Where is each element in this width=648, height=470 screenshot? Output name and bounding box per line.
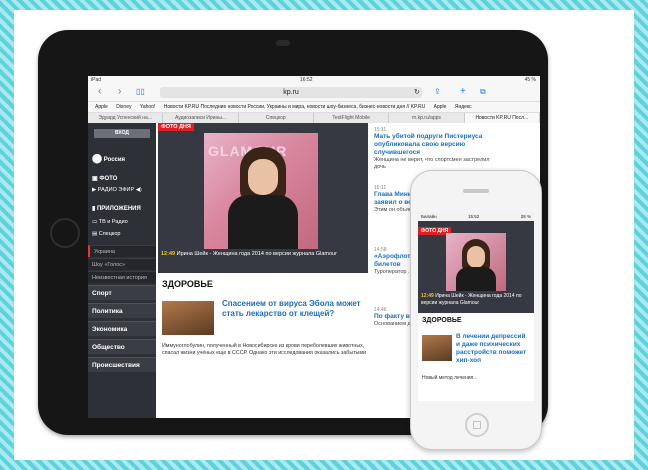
reload-icon[interactable]: ↻	[414, 87, 420, 99]
sidebar-sub-ukraine[interactable]: Украина	[88, 245, 156, 257]
article-summary: Новый метод лечения...	[422, 375, 478, 381]
photo-of-day-badge: ФОТО ДНЯ	[158, 123, 194, 131]
login-button[interactable]: ВХОД	[94, 129, 150, 138]
sidebar-cat-sport[interactable]: Спорт	[88, 285, 156, 300]
bookmarks-bar: Apple Disney Yahoo! Новости KP.RU Послед…	[88, 102, 540, 113]
bookmarks-book-icon[interactable]: ▯▯	[136, 86, 145, 98]
article-thumbnail[interactable]	[422, 335, 452, 361]
camera-icon: ▣	[92, 176, 98, 182]
new-tab-icon[interactable]: +	[460, 86, 466, 98]
sidebar-cat-politics[interactable]: Политика	[88, 303, 156, 318]
device-label: iPad	[91, 77, 102, 83]
main-column: ФОТО ДНЯ GLAMOUR 12:49 Ирина Шейк - Женщ…	[156, 123, 370, 418]
sidebar-cat-society[interactable]: Общество	[88, 339, 156, 354]
bookmark-item[interactable]: Яндекс	[455, 104, 472, 110]
sidebar-cat-incidents[interactable]: Происшествия	[88, 357, 156, 372]
tv-icon: ▭	[92, 219, 98, 225]
phone-icon: ▮	[92, 206, 96, 212]
iphone-status-bar: Билайн 15:52 28 %	[418, 213, 534, 221]
url-text: kp.ru	[283, 89, 299, 96]
photo-of-day[interactable]: ФОТО ДНЯ GLAMOUR 12:49 Ирина Шейк - Женщ…	[158, 123, 368, 273]
speaker-icon: ◀)	[135, 187, 142, 193]
apps-link[interactable]: ▮ ПРИЛОЖЕНИЯ	[92, 205, 141, 212]
forward-icon[interactable]: ›	[118, 86, 121, 98]
iphone-speaker	[463, 189, 489, 193]
tabs-icon[interactable]: ⧉	[480, 86, 486, 98]
site-sidebar: ВХОД ⬤ Россия ▣ ФОТО ▶ РАДИО ЭФИР ◀) ▮ П…	[88, 123, 156, 418]
document-icon: ▤	[92, 231, 98, 237]
iphone-home-button[interactable]	[465, 413, 489, 437]
carrier-label: Билайн	[421, 214, 437, 219]
radio-link[interactable]: ▶ РАДИО ЭФИР ◀)	[92, 187, 142, 193]
photo-of-day-image: GLAMOUR	[204, 133, 318, 249]
ipad-status-bar: iPad 16:52 45 %	[88, 76, 540, 84]
ipad-camera	[276, 40, 290, 46]
safari-toolbar: ‹ › ▯▯ kp.ru ↻ ⇪ + ⧉	[88, 84, 540, 102]
sidebar-sub-history[interactable]: Неизвестная история	[88, 271, 156, 283]
status-time: 15:52	[468, 214, 480, 219]
section-heading-health: ЗДОРОВЬЕ	[162, 279, 213, 289]
address-bar[interactable]: kp.ru	[160, 87, 422, 98]
battery-level: 45 %	[524, 77, 536, 83]
photo-link[interactable]: ▣ ФОТО	[92, 175, 117, 182]
region-selector[interactable]: ⬤ Россия	[92, 153, 125, 164]
back-icon[interactable]: ‹	[98, 86, 101, 98]
bookmark-item[interactable]: Новости KP.RU Последние новости России, …	[164, 104, 426, 110]
bookmark-item[interactable]: Apple	[434, 104, 447, 110]
status-time: 16:52	[300, 77, 313, 83]
bookmark-item[interactable]: Disney	[116, 104, 131, 110]
sidebar-sub-golos[interactable]: Шоу «Голос»	[88, 258, 156, 270]
article-title-link[interactable]: Спасением от вируса Эбола может стать ле…	[222, 299, 362, 319]
play-icon: ▶	[92, 187, 97, 193]
tv-radio-link[interactable]: ▭ ТВ и Радио	[92, 219, 128, 225]
article-title-link[interactable]: В лечении депрессий и даже психических р…	[456, 333, 530, 365]
iphone-screen: Билайн 15:52 28 % ФОТО ДНЯ 12:49 Ирина Ш…	[418, 213, 534, 401]
article-summary: Иммуноглобулин, полученный в Новосибирск…	[162, 343, 366, 356]
bookmark-item[interactable]: Apple	[95, 104, 108, 110]
speckor-link[interactable]: ▤ Спецкор	[92, 231, 120, 237]
share-icon[interactable]: ⇪	[434, 86, 441, 98]
photo-of-day[interactable]: ФОТО ДНЯ 12:49 Ирина Шейк - Женщина года…	[418, 221, 534, 313]
battery-level: 28 %	[520, 214, 531, 219]
photo-of-day-caption: 12:49 Ирина Шейк - Женщина года 2014 по …	[421, 293, 522, 306]
news-item[interactable]: 15:11 Мать убитой подруги Пистериуса опу…	[374, 127, 494, 171]
iphone-device: Билайн 15:52 28 % ФОТО ДНЯ 12:49 Ирина Ш…	[410, 170, 542, 450]
bookmark-item[interactable]: Yahoo!	[140, 104, 155, 110]
photo-of-day-caption: 12:49 Ирина Шейк - Женщина года 2014 по …	[161, 251, 337, 257]
article-thumbnail[interactable]	[162, 301, 214, 335]
section-heading-health: ЗДОРОВЬЕ	[422, 317, 462, 324]
photo-of-day-image	[446, 233, 506, 291]
ipad-home-button[interactable]	[50, 218, 80, 248]
location-pin-icon: ⬤	[92, 153, 103, 163]
sidebar-cat-economy[interactable]: Экономика	[88, 321, 156, 336]
